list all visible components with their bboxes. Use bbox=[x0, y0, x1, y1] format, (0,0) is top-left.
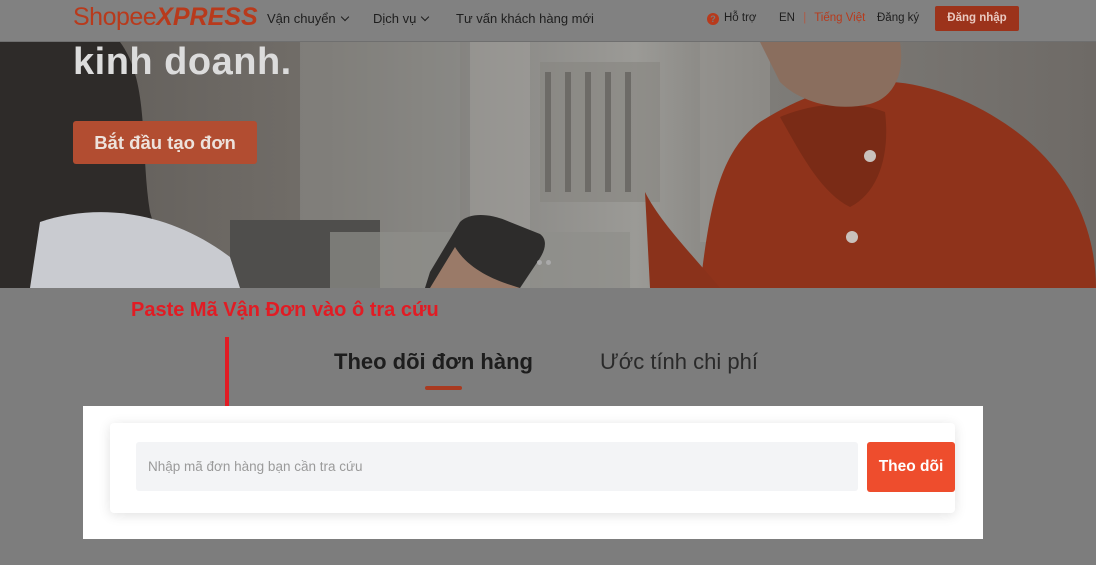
support-label: Hỗ trợ bbox=[724, 12, 757, 24]
active-tab-indicator bbox=[425, 386, 462, 390]
logo-shopee-text: Shopee bbox=[73, 3, 157, 31]
nav-services-label: Dịch vụ bbox=[373, 11, 417, 26]
support-link[interactable]: ? Hỗ trợ bbox=[707, 12, 756, 25]
language-switcher: EN | Tiếng Việt bbox=[779, 12, 865, 24]
track-button[interactable]: Theo dõi bbox=[867, 442, 955, 492]
top-navigation-bar: ShopeeXPRESS Vận chuyển Dịch vụ Tư vấn k… bbox=[0, 0, 1096, 42]
carousel-dot[interactable] bbox=[546, 260, 551, 265]
lang-en-option[interactable]: EN bbox=[779, 12, 795, 24]
lang-vi-option[interactable]: Tiếng Việt bbox=[814, 12, 865, 24]
shopee-xpress-logo[interactable]: ShopeeXPRESS bbox=[73, 3, 258, 32]
nav-shipping-menu[interactable]: Vận chuyển bbox=[267, 11, 349, 26]
hero-headline: kinh doanh. bbox=[73, 42, 292, 83]
carousel-indicator[interactable] bbox=[537, 252, 555, 270]
hero-banner: kinh doanh. Bắt đầu tạo đơn bbox=[0, 42, 1096, 288]
tracking-card: Theo dõi bbox=[110, 423, 955, 513]
chevron-down-icon bbox=[421, 12, 430, 22]
tab-track-order[interactable]: Theo dõi đơn hàng bbox=[334, 349, 533, 375]
carousel-dot[interactable] bbox=[537, 260, 542, 265]
nav-shipping-label: Vận chuyển bbox=[267, 11, 336, 26]
question-circle-icon: ? bbox=[707, 13, 719, 25]
nav-new-customer-link[interactable]: Tư vấn khách hàng mới bbox=[456, 11, 594, 26]
tracking-panel: Theo dõi bbox=[83, 406, 983, 539]
register-link[interactable]: Đăng ký bbox=[877, 12, 919, 24]
lang-separator: | bbox=[803, 12, 807, 24]
tracking-number-input[interactable] bbox=[136, 442, 858, 491]
nav-services-menu[interactable]: Dịch vụ bbox=[373, 11, 430, 26]
nav-new-customer-label: Tư vấn khách hàng mới bbox=[456, 11, 594, 26]
login-button[interactable]: Đăng nhập bbox=[935, 6, 1019, 31]
annotation-instruction: Paste Mã Vận Đơn vào ô tra cứu bbox=[131, 299, 439, 321]
chevron-down-icon bbox=[340, 12, 349, 22]
logo-xpress-text: XPRESS bbox=[156, 3, 258, 31]
register-label: Đăng ký bbox=[877, 12, 920, 24]
tab-estimate-cost[interactable]: Ước tính chi phí bbox=[600, 349, 758, 375]
start-order-button[interactable]: Bắt đầu tạo đơn bbox=[73, 121, 257, 164]
